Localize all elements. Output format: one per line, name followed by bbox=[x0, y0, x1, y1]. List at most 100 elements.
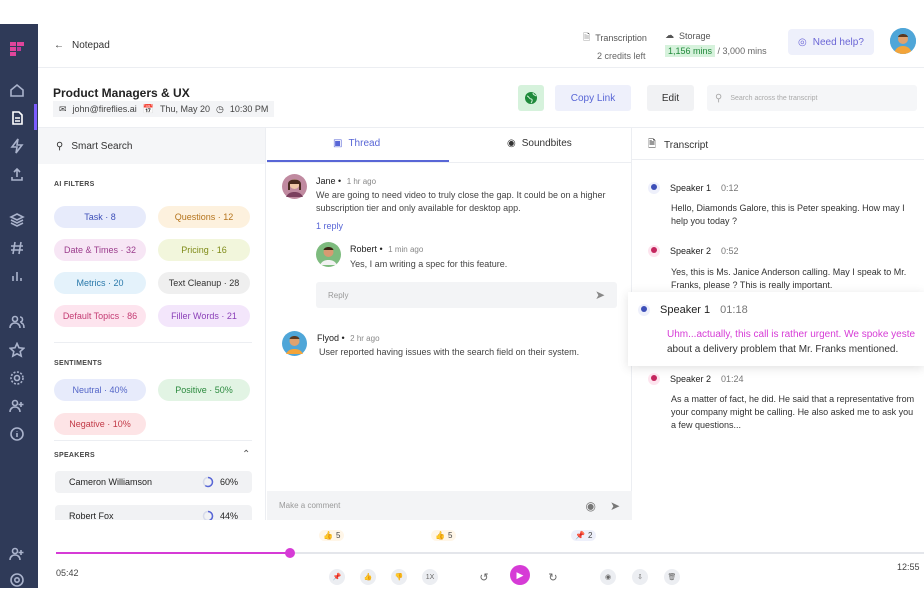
sentiments-label: SENTIMENTS bbox=[54, 360, 103, 367]
search-placeholder: Search across the transcript bbox=[730, 94, 818, 102]
smart-search-header[interactable]: ⚲ Smart Search bbox=[38, 128, 265, 164]
need-help-button[interactable]: ◎ Need help? bbox=[788, 29, 874, 55]
info-icon[interactable] bbox=[9, 426, 25, 442]
speaker-row[interactable]: Robert Fox 44% bbox=[55, 505, 252, 520]
arrow-left-icon: ← bbox=[54, 40, 64, 51]
delete-button[interactable]: 🗑 bbox=[664, 569, 680, 585]
sentiment-chip[interactable]: Negative · 10% bbox=[54, 413, 146, 435]
pin-icon: 📌 bbox=[575, 531, 585, 540]
pin-button[interactable]: 📌 bbox=[329, 569, 345, 585]
speaker-name: Cameron Williamson bbox=[69, 477, 153, 487]
globe-icon[interactable]: ◉ bbox=[585, 499, 595, 513]
active-transcript-card[interactable]: Speaker 1 01:18 Uhm...actually, this cal… bbox=[628, 292, 924, 366]
jane-avatar bbox=[282, 174, 307, 199]
speed-button[interactable]: 1X bbox=[422, 569, 438, 585]
divider bbox=[54, 342, 252, 343]
soundbite-icon: ◉ bbox=[507, 138, 516, 149]
play-button[interactable]: ▶ bbox=[510, 565, 530, 585]
send-icon[interactable]: ➤ bbox=[610, 499, 620, 513]
filter-chip[interactable]: Date & Times · 32 bbox=[54, 239, 146, 261]
analytics-icon[interactable] bbox=[9, 268, 25, 284]
edit-button[interactable]: Edit bbox=[647, 85, 694, 111]
tab-soundbites-label: Soundbites bbox=[521, 138, 572, 149]
back-to-notepad[interactable]: ← Notepad bbox=[54, 40, 110, 51]
progress-knob[interactable] bbox=[285, 548, 296, 558]
tab-thread-label: Thread bbox=[348, 138, 381, 149]
transcript-line: Hello, Diamonds Galore, this is Peter sp… bbox=[671, 203, 905, 213]
upload-icon[interactable] bbox=[9, 166, 25, 182]
speaker-icon bbox=[648, 373, 660, 385]
copy-link-button[interactable]: Copy Link bbox=[555, 85, 631, 111]
comment-time: 2 hr ago bbox=[350, 334, 380, 343]
transcript-title: Transcript bbox=[664, 140, 709, 151]
current-time: 05:42 bbox=[56, 568, 79, 578]
home-icon[interactable] bbox=[9, 82, 25, 98]
download-button[interactable]: ⇩ bbox=[632, 569, 648, 585]
filter-chip[interactable]: Questions · 12 bbox=[158, 206, 250, 228]
thumbs-up-button[interactable]: 👍 bbox=[360, 569, 376, 585]
filters-panel: ⚲ Smart Search AI FILTERS Task · 8 Questi… bbox=[38, 128, 266, 520]
globe-share-button[interactable] bbox=[518, 85, 544, 111]
transcript-speaker[interactable]: Speaker 1 0:12 bbox=[648, 182, 739, 194]
people-icon[interactable] bbox=[9, 314, 25, 330]
chat-bubble-icon: ▣ bbox=[333, 138, 343, 149]
hashtag-icon[interactable] bbox=[9, 240, 25, 256]
meeting-email: john@fireflies.ai bbox=[72, 104, 137, 114]
storage-total: / 3,000 mins bbox=[717, 46, 767, 56]
thumbs-down-button[interactable]: 👎 bbox=[391, 569, 407, 585]
filter-chip[interactable]: Metrics · 20 bbox=[54, 272, 146, 294]
fireflies-logo-icon bbox=[9, 41, 25, 57]
speaker-share: 44% bbox=[202, 510, 238, 520]
comment-input[interactable]: Make a comment ◉ ➤ bbox=[267, 491, 632, 520]
reply-count-link[interactable]: 1 reply bbox=[316, 221, 343, 231]
reply-placeholder: Reply bbox=[328, 290, 349, 300]
filter-chip[interactable]: Text Cleanup · 28 bbox=[158, 272, 250, 294]
settings-gear-icon[interactable] bbox=[9, 370, 25, 386]
forward-15-icon[interactable]: ↻ bbox=[545, 569, 561, 585]
chevron-up-icon[interactable]: ⌃ bbox=[242, 449, 250, 460]
filter-chip[interactable]: Default Topics · 86 bbox=[54, 305, 146, 327]
storage-used: 1,156 mins bbox=[665, 45, 716, 57]
meeting-header: Product Managers & UX ✉ john@fireflies.a… bbox=[38, 68, 924, 128]
reaction-marker[interactable]: 👍 5 bbox=[319, 530, 345, 541]
speaker-time: 0:12 bbox=[721, 183, 739, 193]
sentiment-chip[interactable]: Neutral · 40% bbox=[54, 379, 146, 401]
filter-chip[interactable]: Filler Words · 21 bbox=[158, 305, 250, 327]
transcript-text: Hello, Diamonds Galore, this is Peter sp… bbox=[671, 202, 916, 228]
reaction-marker[interactable]: 📌 2 bbox=[571, 530, 597, 541]
calendar-icon: 📅 bbox=[142, 103, 154, 114]
speaker-name: Robert Fox bbox=[69, 511, 114, 520]
send-icon[interactable]: ➤ bbox=[595, 288, 605, 302]
comment-text: Yes, I am writing a spec for this featur… bbox=[350, 258, 507, 271]
chrome-extension-icon[interactable] bbox=[9, 572, 25, 588]
tab-thread[interactable]: ▣ Thread bbox=[333, 138, 380, 149]
transcript-search-input[interactable]: ⚲ Search across the transcript bbox=[707, 85, 917, 111]
user-avatar[interactable] bbox=[890, 28, 916, 54]
soundbite-button[interactable]: ◉ bbox=[600, 569, 616, 585]
meeting-date: Thu, May 20 bbox=[159, 104, 210, 114]
reply-input[interactable]: Reply ➤ bbox=[316, 282, 617, 308]
tab-soundbites[interactable]: ◉ Soundbites bbox=[507, 138, 572, 149]
transcript-speaker[interactable]: Speaker 2 0:52 bbox=[648, 245, 739, 257]
reaction-count: 5 bbox=[447, 531, 453, 540]
document-icon[interactable] bbox=[9, 110, 25, 126]
rewind-15-icon[interactable]: ↺ bbox=[476, 569, 492, 585]
speaker-percent: 44% bbox=[219, 511, 238, 520]
smart-search-label: Smart Search bbox=[71, 140, 133, 152]
lightning-icon[interactable] bbox=[9, 138, 25, 154]
speaker-row[interactable]: Cameron Williamson 60% bbox=[55, 471, 252, 493]
speaker-time: 01:18 bbox=[720, 304, 748, 316]
filter-chip[interactable]: Pricing · 16 bbox=[158, 239, 250, 261]
add-user-icon[interactable] bbox=[9, 398, 25, 414]
speaker-icon bbox=[648, 245, 660, 257]
star-icon[interactable] bbox=[8, 341, 26, 358]
transcription-stat: 🗎 Transcription 2 credits left bbox=[583, 30, 647, 61]
invite-user-icon[interactable] bbox=[9, 546, 25, 562]
layers-icon[interactable] bbox=[9, 212, 25, 228]
reaction-marker[interactable]: 👍 5 bbox=[431, 530, 457, 541]
speaker-icon bbox=[648, 182, 660, 194]
filter-chip[interactable]: Task · 8 bbox=[54, 206, 146, 228]
sentiment-chip[interactable]: Positive · 50% bbox=[158, 379, 250, 401]
transcript-line: your company might be calling. He also a… bbox=[671, 407, 914, 417]
transcript-speaker[interactable]: Speaker 2 01:24 bbox=[648, 373, 744, 385]
